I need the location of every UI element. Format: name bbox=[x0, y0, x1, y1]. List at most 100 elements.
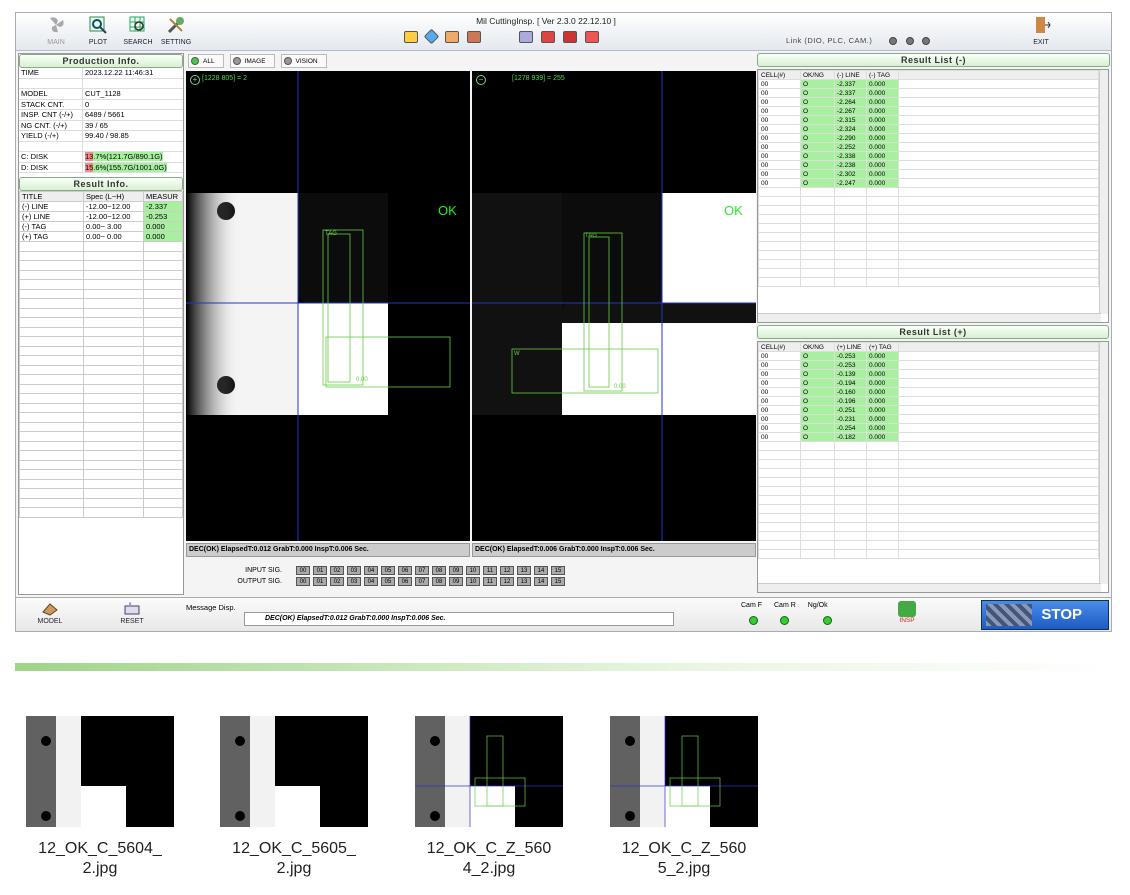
list-row[interactable]: 00 O -2.290 0.000 bbox=[758, 133, 1099, 143]
list-cell bbox=[898, 79, 1099, 89]
image-compare-icon[interactable] bbox=[445, 31, 459, 43]
output-bit: 04 bbox=[364, 577, 378, 586]
list-row[interactable] bbox=[758, 250, 1099, 260]
list-row[interactable]: 00 O -2.252 0.000 bbox=[758, 142, 1099, 152]
list-row[interactable]: 00 O -2.267 0.000 bbox=[758, 106, 1099, 116]
list-row[interactable] bbox=[758, 531, 1099, 541]
list-row[interactable]: 00 O -2.315 0.000 bbox=[758, 115, 1099, 125]
file-item-1[interactable]: 12_OK_C_5604_ 2.jpg bbox=[26, 716, 174, 879]
list-row[interactable] bbox=[758, 241, 1099, 251]
plot-button[interactable]: PLOT bbox=[78, 15, 118, 46]
tab-vision[interactable]: VISION bbox=[280, 54, 327, 68]
list-row[interactable]: 00 O -2.238 0.000 bbox=[758, 160, 1099, 170]
table-row bbox=[19, 355, 183, 366]
list-row[interactable]: 00 O -0.182 0.000 bbox=[758, 432, 1099, 442]
list-cell: O bbox=[800, 115, 835, 125]
list-row[interactable] bbox=[758, 277, 1099, 287]
list-cell: 00 bbox=[758, 432, 801, 442]
list-row[interactable]: 00 O -2.324 0.000 bbox=[758, 124, 1099, 134]
list-cell: 0.000 bbox=[866, 351, 899, 361]
image-stack-icon[interactable] bbox=[467, 31, 481, 43]
list-row[interactable] bbox=[758, 549, 1099, 559]
camera-view-left[interactable]: + [1228 805] = 2 OK TAG 0.00 bbox=[186, 71, 470, 541]
list-row[interactable] bbox=[758, 459, 1099, 469]
file-item-4[interactable]: 12_OK_C_Z_560 5_2.jpg bbox=[610, 716, 758, 879]
table-row bbox=[19, 241, 183, 252]
camera-icon[interactable] bbox=[404, 31, 418, 43]
list-cell bbox=[758, 187, 801, 197]
thumbnail-1 bbox=[26, 716, 174, 827]
setting-button[interactable]: SETTING bbox=[156, 15, 196, 46]
tab-image[interactable]: IMAGE bbox=[229, 54, 275, 68]
list-row[interactable]: 00 O -0.196 0.000 bbox=[758, 396, 1099, 406]
list-row[interactable]: 00 O -0.160 0.000 bbox=[758, 387, 1099, 397]
list-cell bbox=[834, 459, 867, 469]
diamond-icon[interactable] bbox=[423, 28, 440, 45]
stop-button[interactable]: STOP bbox=[981, 600, 1109, 630]
monitor-icon[interactable] bbox=[585, 31, 599, 43]
list-row[interactable]: 00 O -0.251 0.000 bbox=[758, 405, 1099, 415]
list-row[interactable] bbox=[758, 504, 1099, 514]
production-info: TIME 2023.12.22 11:46:31 MODEL CUT_1128 STAC… bbox=[19, 68, 183, 173]
list-row[interactable] bbox=[758, 223, 1099, 233]
radio-all[interactable] bbox=[191, 57, 199, 65]
list-row[interactable]: 00 O -2.264 0.000 bbox=[758, 97, 1099, 107]
panel-icon[interactable] bbox=[541, 31, 555, 43]
radio-vision[interactable] bbox=[283, 57, 292, 65]
horizontal-scrollbar-plus[interactable] bbox=[758, 583, 1101, 592]
list-row[interactable] bbox=[758, 187, 1099, 197]
list-row[interactable]: 00 O -2.338 0.000 bbox=[758, 151, 1099, 161]
exit-button[interactable]: EXIT bbox=[1021, 15, 1061, 46]
reset-button[interactable]: 0 RESET bbox=[112, 601, 152, 625]
list-row[interactable] bbox=[758, 522, 1099, 532]
model-button[interactable]: MODEL bbox=[30, 602, 70, 625]
list-cell bbox=[758, 441, 801, 451]
horizontal-scrollbar-minus[interactable] bbox=[758, 313, 1101, 322]
list-row[interactable] bbox=[758, 232, 1099, 242]
list-row[interactable] bbox=[758, 486, 1099, 496]
list-cell bbox=[834, 540, 867, 550]
tab-all[interactable]: ALL bbox=[188, 54, 224, 68]
radio-image[interactable] bbox=[232, 57, 241, 65]
search-button[interactable]: SEARCH bbox=[118, 15, 158, 46]
camera-view-right[interactable]: − [1278 939] = 255 OK TAG W 0.00 bbox=[472, 71, 756, 541]
output-bit: 14 bbox=[534, 577, 548, 586]
list-row[interactable]: 00 O -2.337 0.000 bbox=[758, 88, 1099, 98]
list-cell: 0.000 bbox=[866, 369, 899, 379]
result-list-plus[interactable]: CELL(#) OK/NG (+) LINE (+) TAG 00 O -0.253 0.00… bbox=[757, 341, 1109, 593]
list-row[interactable]: 00 O -2.247 0.000 bbox=[758, 178, 1099, 188]
list-row[interactable]: 00 O -0.253 0.000 bbox=[758, 360, 1099, 370]
insp-button[interactable]: INSP bbox=[896, 601, 918, 624]
list-cell bbox=[834, 214, 867, 224]
list-row[interactable]: 00 O -2.337 0.000 bbox=[758, 79, 1099, 89]
list-row[interactable] bbox=[758, 513, 1099, 523]
list-row[interactable]: 00 O -0.254 0.000 bbox=[758, 423, 1099, 433]
list-row[interactable] bbox=[758, 450, 1099, 460]
list-row[interactable] bbox=[758, 268, 1099, 278]
list-row[interactable] bbox=[758, 477, 1099, 487]
list-row[interactable] bbox=[758, 441, 1099, 451]
file-item-3[interactable]: 12_OK_C_Z_560 4_2.jpg bbox=[415, 716, 563, 879]
vertical-scrollbar-plus[interactable] bbox=[1099, 342, 1108, 584]
grid-icon[interactable] bbox=[563, 31, 577, 43]
result-list-minus[interactable]: CELL(#) OK/NG (-) LINE (-) TAG 00 O -2.337 0.00… bbox=[757, 69, 1109, 323]
list-row[interactable] bbox=[758, 259, 1099, 269]
list-row[interactable] bbox=[758, 205, 1099, 215]
list-cell: 0.000 bbox=[866, 124, 899, 134]
production-key: TIME bbox=[19, 68, 83, 78]
list-row[interactable] bbox=[758, 495, 1099, 505]
list-row[interactable] bbox=[758, 214, 1099, 224]
list-row[interactable]: 00 O -0.231 0.000 bbox=[758, 414, 1099, 424]
list-row[interactable]: 00 O -0.253 0.000 bbox=[758, 351, 1099, 361]
window-icon[interactable] bbox=[519, 31, 533, 43]
list-row[interactable] bbox=[758, 196, 1099, 206]
list-row[interactable]: 00 O -0.139 0.000 bbox=[758, 369, 1099, 379]
vertical-scrollbar-minus[interactable] bbox=[1099, 70, 1108, 314]
main-button[interactable]: MAIN bbox=[36, 15, 76, 46]
file-item-2[interactable]: 12_OK_C_5605_ 2.jpg bbox=[220, 716, 368, 879]
list-row[interactable]: 00 O -2.302 0.000 bbox=[758, 169, 1099, 179]
list-row[interactable] bbox=[758, 540, 1099, 550]
list-row[interactable]: 00 O -0.194 0.000 bbox=[758, 378, 1099, 388]
list-cell: 0.000 bbox=[866, 178, 899, 188]
list-row[interactable] bbox=[758, 468, 1099, 478]
